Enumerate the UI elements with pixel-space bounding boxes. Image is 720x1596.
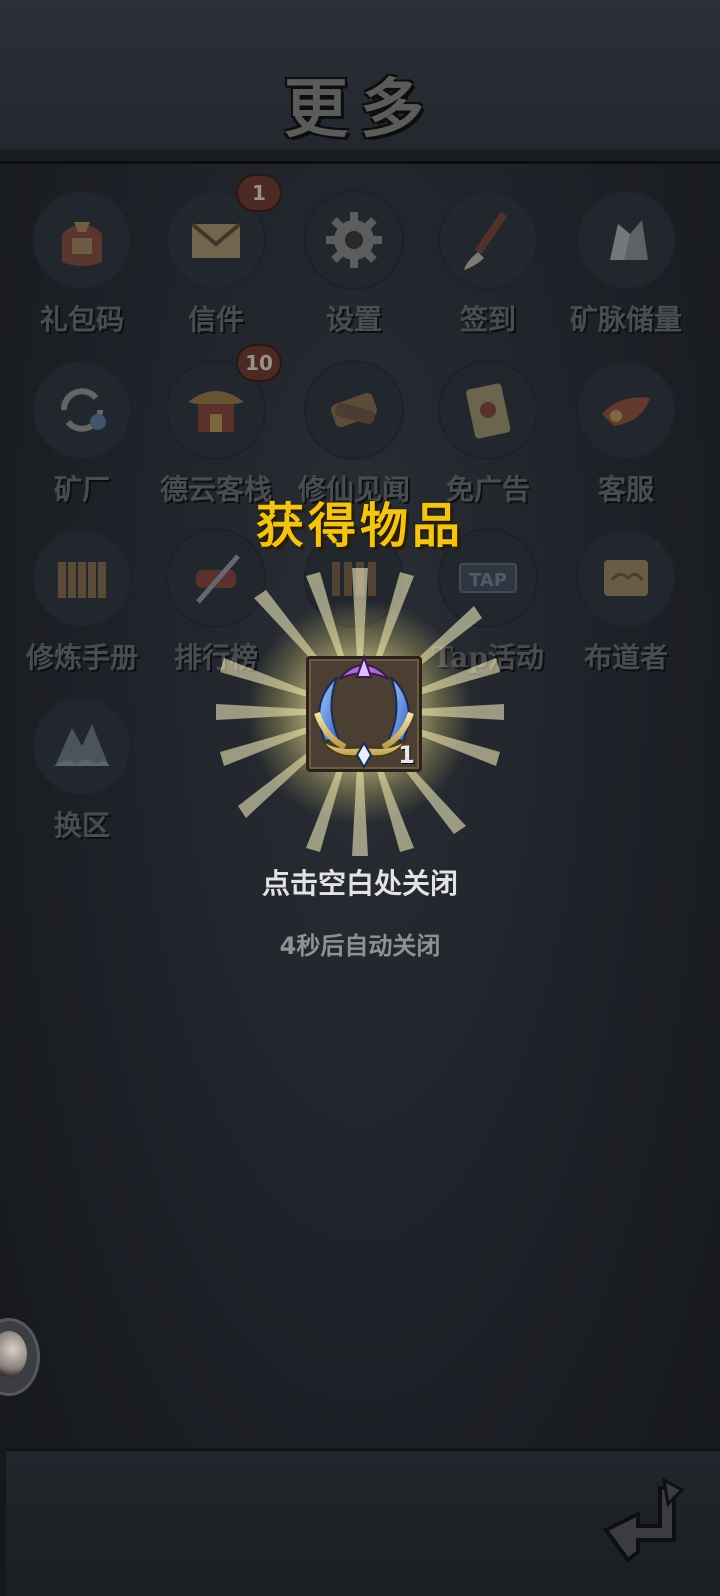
refresh-ore-icon [32, 360, 132, 460]
menu-label: 信件 [187, 303, 244, 336]
mountain-icon [32, 696, 132, 796]
reward-item-slot[interactable]: 1 [306, 653, 422, 772]
notification-badge: 1 [238, 176, 280, 210]
menu-item-switch-server[interactable]: 换区 [12, 696, 152, 856]
horn-icon [576, 360, 676, 460]
menu-item-mail[interactable]: 1 信件 [146, 176, 286, 350]
game-screen[interactable]: 更多 礼包码 1 信件 设置 签到 矿脉储量 矿厂 10 德云客栈 修仙见闻 免… [0, 0, 720, 1596]
popup-title: 获得物品 [255, 498, 464, 554]
gear-icon [304, 190, 404, 290]
ticket-icon [438, 360, 538, 460]
ore-icon [576, 190, 676, 290]
menu-label: 签到 [459, 303, 516, 336]
menu-label: 布道者 [583, 641, 668, 674]
menu-label: 换区 [53, 809, 110, 842]
menu-item-settings[interactable]: 设置 [284, 190, 424, 350]
menu-item-gift-code[interactable]: 礼包码 [12, 190, 152, 350]
notification-badge: 10 [238, 346, 280, 380]
return-arrow-icon[interactable] [598, 1470, 688, 1570]
character-avatar[interactable] [0, 1318, 40, 1396]
close-hint: 点击空白处关闭 [261, 867, 458, 900]
menu-item-ore-reserve[interactable]: 矿脉储量 [556, 190, 696, 350]
menu-item-sign-in[interactable]: 签到 [418, 190, 558, 350]
menu-label: 矿脉储量 [569, 303, 682, 336]
gift-bag-icon [32, 190, 132, 290]
scroll-bundle-icon [304, 360, 404, 460]
item-count: 1 [398, 741, 415, 769]
auto-close-hint: 4秒后自动关闭 [279, 932, 441, 960]
brush-icon [438, 190, 538, 290]
